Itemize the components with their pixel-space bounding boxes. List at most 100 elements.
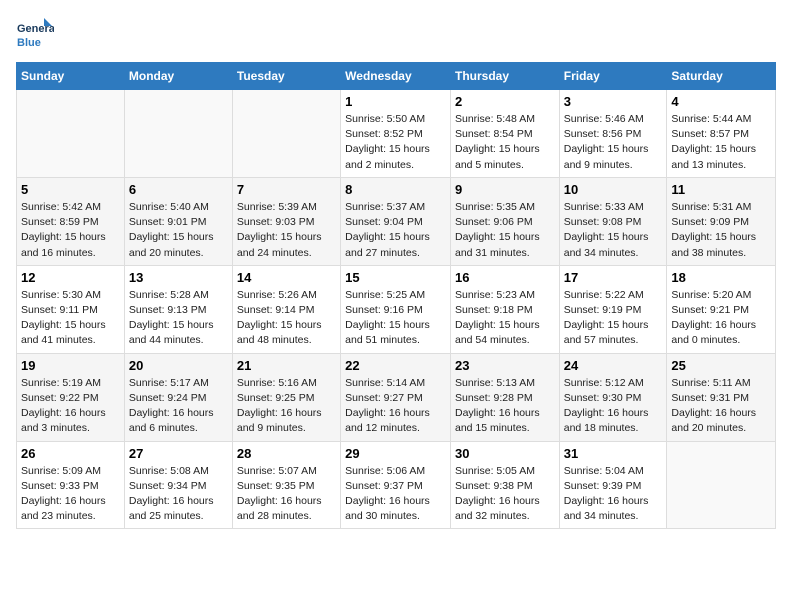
day-number: 14 bbox=[237, 270, 336, 285]
weekday-header-monday: Monday bbox=[124, 63, 232, 90]
day-info: Sunrise: 5:37 AM Sunset: 9:04 PM Dayligh… bbox=[345, 200, 446, 261]
calendar-cell: 14 Sunrise: 5:26 AM Sunset: 9:14 PM Dayli… bbox=[232, 265, 340, 353]
day-number: 15 bbox=[345, 270, 446, 285]
header: General Blue bbox=[16, 16, 776, 54]
logo: General Blue bbox=[16, 16, 54, 54]
day-number: 28 bbox=[237, 446, 336, 461]
calendar-cell: 24 Sunrise: 5:12 AM Sunset: 9:30 PM Dayli… bbox=[559, 353, 667, 441]
day-info: Sunrise: 5:12 AM Sunset: 9:30 PM Dayligh… bbox=[564, 376, 663, 437]
calendar-week-row: 26 Sunrise: 5:09 AM Sunset: 9:33 PM Dayli… bbox=[17, 441, 776, 529]
calendar-week-row: 19 Sunrise: 5:19 AM Sunset: 9:22 PM Dayli… bbox=[17, 353, 776, 441]
day-number: 16 bbox=[455, 270, 555, 285]
calendar-cell: 17Sunrise: 5:22 AM Sunset: 9:19 PM Dayli… bbox=[559, 265, 667, 353]
day-number: 29 bbox=[345, 446, 446, 461]
calendar-cell: 25 Sunrise: 5:11 AM Sunset: 9:31 PM Dayli… bbox=[667, 353, 776, 441]
day-number: 4 bbox=[671, 94, 771, 109]
calendar-cell: 5 Sunrise: 5:42 AM Sunset: 8:59 PM Daylig… bbox=[17, 177, 125, 265]
day-number: 27 bbox=[129, 446, 228, 461]
day-info: Sunrise: 5:14 AM Sunset: 9:27 PM Dayligh… bbox=[345, 376, 446, 437]
day-info: Sunrise: 5:13 AM Sunset: 9:28 PM Dayligh… bbox=[455, 376, 555, 437]
day-info: Sunrise: 5:31 AM Sunset: 9:09 PM Dayligh… bbox=[671, 200, 771, 261]
calendar-cell: 12 Sunrise: 5:30 AM Sunset: 9:11 PM Dayli… bbox=[17, 265, 125, 353]
calendar-week-row: 5 Sunrise: 5:42 AM Sunset: 8:59 PM Daylig… bbox=[17, 177, 776, 265]
day-number: 19 bbox=[21, 358, 120, 373]
calendar-week-row: 1 Sunrise: 5:50 AM Sunset: 8:52 PM Daylig… bbox=[17, 90, 776, 178]
calendar-cell bbox=[667, 441, 776, 529]
calendar-cell: 6 Sunrise: 5:40 AM Sunset: 9:01 PM Daylig… bbox=[124, 177, 232, 265]
weekday-header-friday: Friday bbox=[559, 63, 667, 90]
day-info: Sunrise: 5:42 AM Sunset: 8:59 PM Dayligh… bbox=[21, 200, 120, 261]
day-info: Sunrise: 5:23 AM Sunset: 9:18 PM Dayligh… bbox=[455, 288, 555, 349]
calendar-cell bbox=[232, 90, 340, 178]
calendar-week-row: 12 Sunrise: 5:30 AM Sunset: 9:11 PM Dayli… bbox=[17, 265, 776, 353]
day-number: 1 bbox=[345, 94, 446, 109]
calendar-cell: 15 Sunrise: 5:25 AM Sunset: 9:16 PM Dayli… bbox=[341, 265, 451, 353]
logo-svg-icon: General Blue bbox=[16, 16, 54, 54]
calendar-cell: 2Sunrise: 5:48 AM Sunset: 8:54 PM Daylig… bbox=[450, 90, 559, 178]
weekday-header-wednesday: Wednesday bbox=[341, 63, 451, 90]
day-number: 11 bbox=[671, 182, 771, 197]
calendar-cell: 13 Sunrise: 5:28 AM Sunset: 9:13 PM Dayli… bbox=[124, 265, 232, 353]
day-number: 12 bbox=[21, 270, 120, 285]
day-info: Sunrise: 5:25 AM Sunset: 9:16 PM Dayligh… bbox=[345, 288, 446, 349]
calendar-cell: 29 Sunrise: 5:06 AM Sunset: 9:37 PM Dayli… bbox=[341, 441, 451, 529]
day-number: 21 bbox=[237, 358, 336, 373]
day-info: Sunrise: 5:48 AM Sunset: 8:54 PM Dayligh… bbox=[455, 112, 555, 173]
calendar-cell: 9 Sunrise: 5:35 AM Sunset: 9:06 PM Daylig… bbox=[450, 177, 559, 265]
day-number: 26 bbox=[21, 446, 120, 461]
day-info: Sunrise: 5:46 AM Sunset: 8:56 PM Dayligh… bbox=[564, 112, 663, 173]
day-info: Sunrise: 5:30 AM Sunset: 9:11 PM Dayligh… bbox=[21, 288, 120, 349]
day-number: 22 bbox=[345, 358, 446, 373]
weekday-header-tuesday: Tuesday bbox=[232, 63, 340, 90]
day-number: 8 bbox=[345, 182, 446, 197]
day-info: Sunrise: 5:07 AM Sunset: 9:35 PM Dayligh… bbox=[237, 464, 336, 525]
day-number: 24 bbox=[564, 358, 663, 373]
calendar-cell bbox=[17, 90, 125, 178]
day-info: Sunrise: 5:44 AM Sunset: 8:57 PM Dayligh… bbox=[671, 112, 771, 173]
calendar-cell: 21 Sunrise: 5:16 AM Sunset: 9:25 PM Dayli… bbox=[232, 353, 340, 441]
calendar-cell: 18Sunrise: 5:20 AM Sunset: 9:21 PM Dayli… bbox=[667, 265, 776, 353]
calendar-cell: 30 Sunrise: 5:05 AM Sunset: 9:38 PM Dayli… bbox=[450, 441, 559, 529]
day-number: 25 bbox=[671, 358, 771, 373]
day-info: Sunrise: 5:17 AM Sunset: 9:24 PM Dayligh… bbox=[129, 376, 228, 437]
day-number: 5 bbox=[21, 182, 120, 197]
day-number: 6 bbox=[129, 182, 228, 197]
day-info: Sunrise: 5:40 AM Sunset: 9:01 PM Dayligh… bbox=[129, 200, 228, 261]
day-info: Sunrise: 5:05 AM Sunset: 9:38 PM Dayligh… bbox=[455, 464, 555, 525]
day-info: Sunrise: 5:04 AM Sunset: 9:39 PM Dayligh… bbox=[564, 464, 663, 525]
day-info: Sunrise: 5:20 AM Sunset: 9:21 PM Dayligh… bbox=[671, 288, 771, 349]
day-info: Sunrise: 5:39 AM Sunset: 9:03 PM Dayligh… bbox=[237, 200, 336, 261]
calendar-cell: 20 Sunrise: 5:17 AM Sunset: 9:24 PM Dayli… bbox=[124, 353, 232, 441]
weekday-header-thursday: Thursday bbox=[450, 63, 559, 90]
day-number: 3 bbox=[564, 94, 663, 109]
day-info: Sunrise: 5:08 AM Sunset: 9:34 PM Dayligh… bbox=[129, 464, 228, 525]
day-number: 31 bbox=[564, 446, 663, 461]
day-info: Sunrise: 5:19 AM Sunset: 9:22 PM Dayligh… bbox=[21, 376, 120, 437]
day-number: 9 bbox=[455, 182, 555, 197]
day-info: Sunrise: 5:35 AM Sunset: 9:06 PM Dayligh… bbox=[455, 200, 555, 261]
weekday-header-saturday: Saturday bbox=[667, 63, 776, 90]
weekday-header-sunday: Sunday bbox=[17, 63, 125, 90]
calendar-cell: 28 Sunrise: 5:07 AM Sunset: 9:35 PM Dayli… bbox=[232, 441, 340, 529]
calendar-cell: 8 Sunrise: 5:37 AM Sunset: 9:04 PM Daylig… bbox=[341, 177, 451, 265]
day-info: Sunrise: 5:28 AM Sunset: 9:13 PM Dayligh… bbox=[129, 288, 228, 349]
day-number: 30 bbox=[455, 446, 555, 461]
day-info: Sunrise: 5:50 AM Sunset: 8:52 PM Dayligh… bbox=[345, 112, 446, 173]
calendar-cell: 4 Sunrise: 5:44 AM Sunset: 8:57 PM Daylig… bbox=[667, 90, 776, 178]
calendar-cell: 11 Sunrise: 5:31 AM Sunset: 9:09 PM Dayli… bbox=[667, 177, 776, 265]
calendar-cell: 16 Sunrise: 5:23 AM Sunset: 9:18 PM Dayli… bbox=[450, 265, 559, 353]
calendar-cell: 10Sunrise: 5:33 AM Sunset: 9:08 PM Dayli… bbox=[559, 177, 667, 265]
day-info: Sunrise: 5:09 AM Sunset: 9:33 PM Dayligh… bbox=[21, 464, 120, 525]
day-info: Sunrise: 5:06 AM Sunset: 9:37 PM Dayligh… bbox=[345, 464, 446, 525]
calendar-cell bbox=[124, 90, 232, 178]
day-number: 7 bbox=[237, 182, 336, 197]
day-number: 20 bbox=[129, 358, 228, 373]
calendar-cell: 22 Sunrise: 5:14 AM Sunset: 9:27 PM Dayli… bbox=[341, 353, 451, 441]
day-number: 13 bbox=[129, 270, 228, 285]
weekday-header-row: SundayMondayTuesdayWednesdayThursdayFrid… bbox=[17, 63, 776, 90]
calendar-cell: 23Sunrise: 5:13 AM Sunset: 9:28 PM Dayli… bbox=[450, 353, 559, 441]
day-number: 10 bbox=[564, 182, 663, 197]
day-info: Sunrise: 5:16 AM Sunset: 9:25 PM Dayligh… bbox=[237, 376, 336, 437]
day-info: Sunrise: 5:26 AM Sunset: 9:14 PM Dayligh… bbox=[237, 288, 336, 349]
day-info: Sunrise: 5:11 AM Sunset: 9:31 PM Dayligh… bbox=[671, 376, 771, 437]
